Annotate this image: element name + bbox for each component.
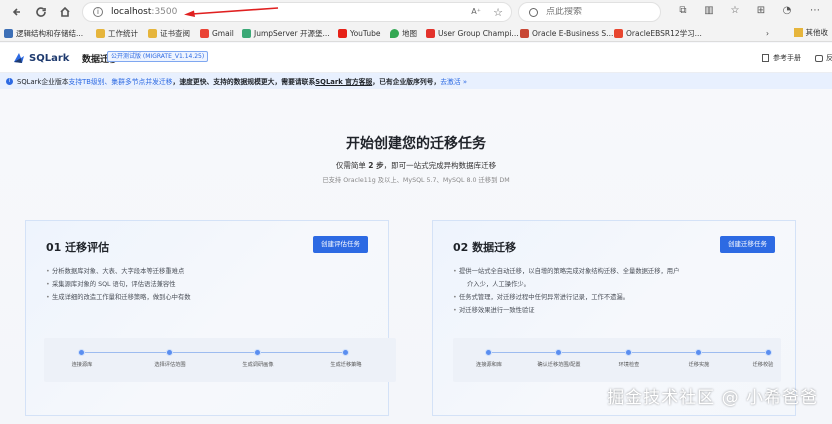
activate-link[interactable]: 去激活 » [440,76,467,86]
favorites-icon[interactable]: ☆ [728,4,742,18]
bookmark-item[interactable]: Gmail [200,27,234,39]
step-dot [555,349,562,356]
enterprise-notice: i SQLark企业版本 支持TB级别、集群多节点并发迁移 ，速度更快、支持的数… [0,73,832,89]
card-bullets: 分析数据库对象、大表、大字段本等迁移重难点 采集源库对象的 SQL 语句，评估语… [46,265,356,304]
browser-toolbar: i localhost:3500 A⁺ ☆ ⧉ ▥ ☆ ⊞ ◔ ⋯ [0,0,832,24]
oracle-icon [520,28,529,38]
step-label: 生成迁移策略 [330,362,362,368]
info-icon[interactable]: i [93,7,103,17]
list-item: 介入少，人工操作少。 [467,281,530,288]
chat-icon [815,54,823,62]
bookmark-item[interactable]: 逻辑结构和存储结... [4,27,83,39]
jumpserver-icon [242,28,251,38]
bookmarks-bar: 逻辑结构和存储结... 工作统计 证书查阅 Gmail JumpServer 开… [0,24,832,42]
info-circle-icon: i [6,77,13,85]
reader-mode-icon[interactable]: A⁺ [471,7,481,16]
search-icon [529,7,538,17]
list-item: 对迁移效果进行一致性验证 [453,304,763,317]
back-icon[interactable] [8,3,26,21]
step-dot [625,349,632,356]
oracle-icon [426,28,435,38]
bookmark-item[interactable]: YouTube [338,27,381,39]
other-bookmarks[interactable]: 其他收 [793,27,828,38]
feedback-link[interactable]: 反 [815,53,832,63]
reference-manual-link[interactable]: 参考手册 [762,53,801,63]
notice-feature-link[interactable]: 支持TB级别、集群多节点并发迁移 [69,76,173,86]
youtube-icon [338,28,347,38]
main-content: 开始创建您的迁移任务 仅需简单 2 步，即可一站式完成异构数据库迁移 已支持 O… [0,89,832,424]
map-pin-icon [390,28,399,38]
address-bar[interactable]: i localhost:3500 A⁺ ☆ [82,2,512,22]
folder-icon [793,28,803,37]
step-label: 选择评估范围 [154,362,186,368]
migration-steps: 连接源和库 确认迁移范围/配置 环境检查 迁移实施 迁移校验 [453,338,781,382]
step-label: 环境检查 [618,362,640,368]
collections-icon[interactable]: ⊞ [754,4,768,18]
translate-icon[interactable]: ⧉ [676,4,690,18]
official-support-link[interactable]: SQLark 官方客服 [315,76,372,86]
bookmark-favicon-icon [4,28,13,38]
step-label: 迁移校验 [752,362,774,368]
oracle-icon [614,28,623,38]
split-icon[interactable]: ▥ [702,4,716,18]
bookmark-item[interactable]: User Group Champi... [426,27,519,39]
list-item: 生成详细的改造工作量和迁移策略，做到心中有数 [46,291,356,304]
list-item: 分析数据库对象、大表、大字段本等迁移重难点 [46,265,356,278]
step-dot [485,349,492,356]
card-title: 02 数据迁移 [453,241,517,254]
step-dot [695,349,702,356]
page-title: 开始创建您的迁移任务 [346,136,486,152]
browser-search[interactable] [518,2,661,22]
bookmark-item[interactable]: 工作统计 [96,27,138,39]
create-migration-button[interactable]: 创建迁移任务 [720,236,775,253]
search-input[interactable] [546,7,646,17]
watermark: 掘金技术社区 @ 小希爸爸 [607,388,818,408]
steps-connector [82,352,346,353]
create-assessment-button[interactable]: 创建评估任务 [313,236,368,253]
page-subtitle: 仅需简单 2 步，即可一站式完成异构数据库迁移 [335,161,497,170]
profile-icon[interactable]: ◔ [780,4,794,18]
home-icon[interactable] [56,3,74,21]
list-item: 采集源库对象的 SQL 语句，评估语法兼容性 [46,278,356,291]
more-icon[interactable]: ⋯ [808,4,822,18]
bookmark-item[interactable]: JumpServer 开源堡... [242,27,330,39]
list-item: 任务式管理，对迁移过程中任何异常进行记录，工作不遗漏。 [453,291,763,304]
step-label: 连接源库 [71,362,93,368]
star-icon[interactable]: ☆ [493,6,503,19]
support-note: 已支持 Oracle11g 及以上、MySQL 5.7、MySQL 8.0 迁移… [322,177,510,184]
step-dot [765,349,772,356]
gmail-icon [200,28,209,38]
list-item: 提供一站式全自动迁移，以自增的策略完成对象结构迁移、全量数据迁移，用户 [453,265,763,278]
step-dot [254,349,261,356]
version-badge: 公开测试版 (MIGRATE_V1.14.25) [107,51,209,62]
app-header: SQLark 数据迁移 公开测试版 (MIGRATE_V1.14.25) 参考手… [0,43,832,73]
bookmark-item[interactable]: 地图 [390,27,417,39]
assessment-steps: 连接源库 选择评估范围 生成调研画像 生成迁移策略 [44,338,396,382]
step-label: 连接源和库 [476,362,502,368]
document-icon [762,54,769,62]
step-label: 确认迁移范围/配置 [537,362,581,368]
logo-text: SQLark [29,52,70,64]
url-port: :3500 [151,7,178,17]
assessment-card: 01 迁移评估 创建评估任务 分析数据库对象、大表、大字段本等迁移重难点 采集源… [25,220,396,416]
bookmarks-overflow-icon[interactable]: › [766,27,769,39]
card-title: 01 迁移评估 [46,241,110,254]
refresh-icon[interactable] [32,3,50,21]
bookmark-item[interactable]: 证书查阅 [148,27,190,39]
bookmark-item[interactable]: OracleEBSR12学习... [614,27,702,39]
red-arrow-annotation [184,7,279,17]
step-dot [342,349,349,356]
sqlark-logo[interactable]: SQLark [12,51,69,65]
step-label: 生成调研画像 [242,362,274,368]
url-host: localhost [111,7,152,17]
step-dot [78,349,85,356]
step-label: 迁移实施 [688,362,710,368]
bookmark-item[interactable]: Oracle E-Business S... [520,27,613,39]
folder-icon [148,28,157,38]
card-bullets: 提供一站式全自动迁移，以自增的策略完成对象结构迁移、全量数据迁移，用户 介入少，… [453,265,763,317]
step-dot [166,349,173,356]
sqlark-logo-icon [14,53,24,63]
folder-icon [96,28,105,38]
